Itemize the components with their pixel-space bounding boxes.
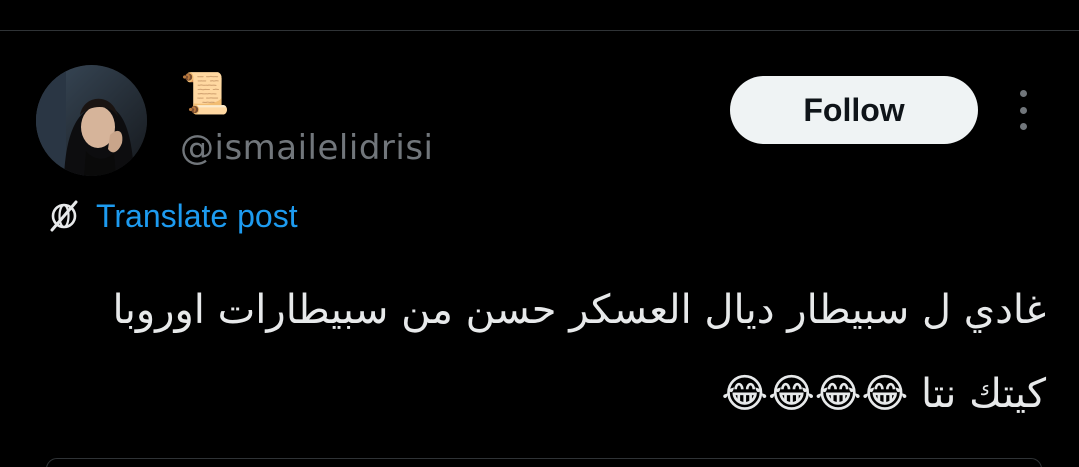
more-vertical-icon[interactable] xyxy=(1010,90,1036,130)
follow-button[interactable]: Follow xyxy=(730,76,978,144)
display-name[interactable]: 📜 xyxy=(180,70,230,118)
quoted-card-edge xyxy=(46,458,1042,467)
translate-post-label: Translate post xyxy=(96,197,298,234)
post-view: 📜 @ismailelidrisi Follow Translate post … xyxy=(0,0,1079,467)
more-dot xyxy=(1019,90,1027,97)
post-text: غادي ل سبيطار ديال العسكر حسن من سبيطارا… xyxy=(112,287,1046,417)
more-dot xyxy=(1019,106,1027,114)
more-dot xyxy=(1019,123,1027,130)
top-divider xyxy=(0,30,1079,31)
translate-globe-icon xyxy=(50,200,78,232)
translate-post-link[interactable]: Translate post xyxy=(46,196,298,236)
avatar[interactable] xyxy=(36,65,147,176)
author-handle[interactable]: @ismailelidrisi xyxy=(180,126,434,170)
